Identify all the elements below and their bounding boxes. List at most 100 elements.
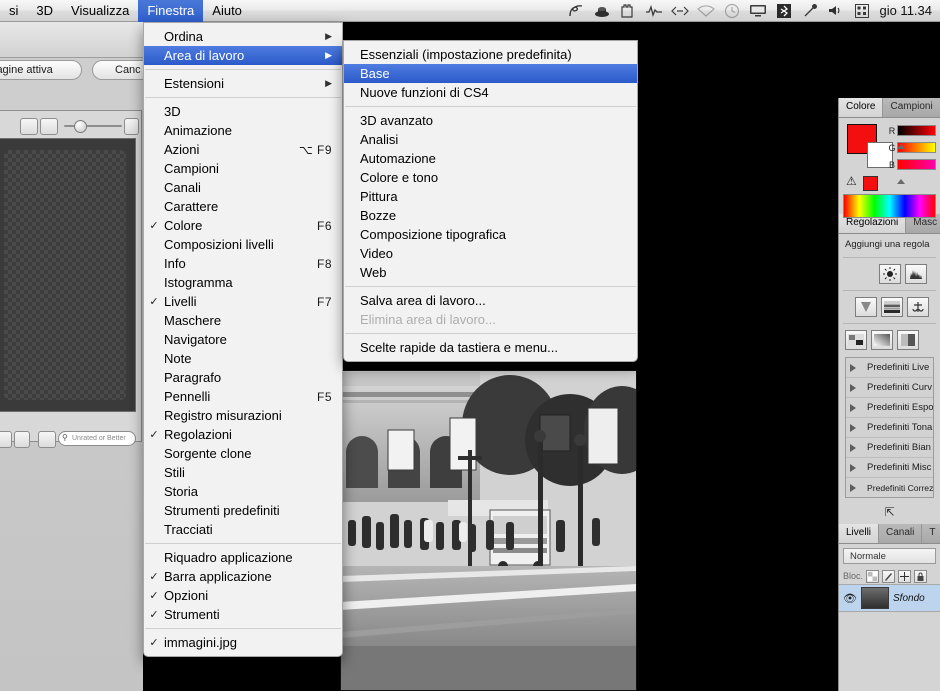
channel-ramp-b[interactable]: [897, 159, 936, 170]
brightness-contrast-icon[interactable]: [879, 264, 901, 284]
menu-bar-item-si[interactable]: si: [0, 0, 27, 22]
menu-item-immagini-jpg[interactable]: ✓ immagini.jpg: [144, 633, 342, 652]
menu-item-carattere[interactable]: Carattere: [144, 197, 342, 216]
time-machine-icon[interactable]: [719, 0, 745, 22]
ink-well-icon[interactable]: [589, 0, 615, 22]
preset-item[interactable]: Predefiniti Tona: [846, 418, 933, 438]
menu-item-stili[interactable]: Stili: [144, 463, 342, 482]
blend-mode-select[interactable]: Normale: [843, 548, 936, 564]
preset-item[interactable]: Predefiniti Correzi: [846, 478, 933, 497]
filter-button-1[interactable]: [0, 431, 12, 448]
menu-item-estensioni[interactable]: Estensioni ▶: [144, 74, 342, 93]
color-panel-tabs[interactable]: Colore Campioni: [839, 98, 940, 118]
thumbnail-size-slider[interactable]: [64, 125, 122, 127]
menu-item-nuove-funzioni-cs4[interactable]: Nuove funzioni di CS4: [344, 83, 637, 102]
active-image-button[interactable]: magine attiva: [0, 60, 82, 80]
menu-item-sorgente-clone[interactable]: Sorgente clone: [144, 444, 342, 463]
lock-position-icon[interactable]: [898, 569, 912, 583]
menu-bar-item-finestra[interactable]: Finestra: [138, 0, 204, 22]
filter-button-3[interactable]: [38, 431, 56, 448]
menu-bar-item-visualizza[interactable]: Visualizza: [62, 0, 138, 22]
document-image-immagini-jpg[interactable]: [340, 370, 637, 691]
layer-thumbnail[interactable]: [861, 587, 889, 609]
color-channel-r[interactable]: R: [887, 122, 936, 139]
levels-icon[interactable]: [905, 264, 927, 284]
menu-item-colore-e-tono[interactable]: Colore e tono: [344, 168, 637, 187]
lock-image-icon[interactable]: [882, 569, 896, 583]
submenu-area-di-lavoro[interactable]: Essenziali (impostazione predefinita) Ba…: [343, 40, 638, 362]
adjustment-presets-list[interactable]: Predefiniti Live Predefiniti Curv Predef…: [845, 357, 934, 498]
menu-item-video[interactable]: Video: [344, 244, 637, 263]
gradient-map-icon[interactable]: [871, 330, 893, 350]
menu-item-animazione[interactable]: Animazione: [144, 121, 342, 140]
menu-item-strumenti[interactable]: ✓ Strumenti: [144, 605, 342, 624]
activity-icon[interactable]: [641, 0, 667, 22]
preset-item[interactable]: Predefiniti Live: [846, 358, 933, 378]
code-brackets-icon[interactable]: [667, 0, 693, 22]
script-icon[interactable]: [563, 0, 589, 22]
gamut-warning-icon[interactable]: ⚠: [846, 174, 857, 188]
menu-item-ordina[interactable]: Ordina ▶: [144, 27, 342, 46]
bluetooth-icon[interactable]: [771, 0, 797, 22]
color-channel-g[interactable]: G: [887, 139, 936, 156]
eyedropper-icon[interactable]: [797, 0, 823, 22]
menu-bar[interactable]: si 3D Visualizza Finestra Aiuto gio 11.3…: [0, 0, 940, 22]
menu-item-campioni[interactable]: Campioni: [144, 159, 342, 178]
channel-slider-b-thumb[interactable]: [897, 179, 905, 184]
menu-item-salva-area-di-lavoro[interactable]: Salva area di lavoro...: [344, 291, 637, 310]
menu-item-composizione-tipografica[interactable]: Composizione tipografica: [344, 225, 637, 244]
menu-item-info[interactable]: Info F8: [144, 254, 342, 273]
castle-icon[interactable]: [615, 0, 641, 22]
preset-item[interactable]: Predefiniti Bian: [846, 438, 933, 458]
thumbnail-size-max-button[interactable]: [124, 118, 139, 135]
menu-item-automazione[interactable]: Automazione: [344, 149, 637, 168]
menu-item-bozze[interactable]: Bozze: [344, 206, 637, 225]
preset-item[interactable]: Predefiniti Curv: [846, 378, 933, 398]
menu-bar-item-aiuto[interactable]: Aiuto: [203, 0, 251, 22]
spotlight-grid-icon[interactable]: [849, 0, 875, 22]
menu-item-registro-misurazioni[interactable]: Registro misurazioni: [144, 406, 342, 425]
vibrance-icon[interactable]: [907, 297, 929, 317]
menu-item-strumenti-predefiniti[interactable]: Strumenti predefiniti: [144, 501, 342, 520]
tab-campioni[interactable]: Campioni: [883, 98, 940, 117]
preset-item[interactable]: Predefiniti Misc: [846, 458, 933, 478]
tab-colore[interactable]: Colore: [839, 98, 884, 117]
color-channel-b[interactable]: B: [887, 156, 936, 173]
menu-item-riquadro-applicazione[interactable]: Riquadro applicazione: [144, 548, 342, 567]
menu-item-analisi[interactable]: Analisi: [344, 130, 637, 149]
volume-icon[interactable]: [823, 0, 849, 22]
layer-row-sfondo[interactable]: 👁 Sfondo: [839, 584, 940, 612]
menu-item-composizioni-livelli[interactable]: Composizioni livelli: [144, 235, 342, 254]
eye-icon[interactable]: 👁: [843, 592, 857, 605]
filter-button-2[interactable]: [14, 431, 30, 448]
menu-finestra[interactable]: Ordina ▶ Area di lavoro ▶ Estensioni ▶ 3…: [143, 22, 343, 657]
gamut-warning-swatch[interactable]: [863, 176, 878, 191]
menu-item-pittura[interactable]: Pittura: [344, 187, 637, 206]
menu-item-paragrafo[interactable]: Paragrafo: [144, 368, 342, 387]
menu-item-area-di-lavoro[interactable]: Area di lavoro ▶: [144, 46, 342, 65]
menu-item-opzioni[interactable]: ✓ Opzioni: [144, 586, 342, 605]
tab-tracciati[interactable]: T: [922, 524, 940, 543]
menu-item-3d-avanzato[interactable]: 3D avanzato: [344, 111, 637, 130]
view-mode-button-1[interactable]: [20, 118, 38, 135]
menu-item-tracciati[interactable]: Tracciati: [144, 520, 342, 539]
menu-item-colore[interactable]: ✓ Colore F6: [144, 216, 342, 235]
menu-bar-item-3d[interactable]: 3D: [27, 0, 62, 22]
channel-ramp-r[interactable]: [897, 125, 936, 136]
tab-livelli[interactable]: Livelli: [839, 524, 880, 543]
lock-all-icon[interactable]: [914, 569, 928, 583]
return-arrow-icon[interactable]: ⇱: [884, 505, 894, 519]
view-mode-button-2[interactable]: [40, 118, 58, 135]
display-icon[interactable]: [745, 0, 771, 22]
menu-bar-clock[interactable]: gio 11.34: [875, 0, 940, 21]
menu-item-essenziali[interactable]: Essenziali (impostazione predefinita): [344, 45, 637, 64]
menu-item-barra-applicazione[interactable]: ✓ Barra applicazione: [144, 567, 342, 586]
menu-item-note[interactable]: Note: [144, 349, 342, 368]
channel-slider-g-thumb[interactable]: [897, 144, 905, 149]
wifi-icon[interactable]: [693, 0, 719, 22]
menu-item-navigatore[interactable]: Navigatore: [144, 330, 342, 349]
layers-panel-tabs[interactable]: Livelli Canali T: [839, 524, 940, 544]
menu-item-azioni[interactable]: Azioni ⌥ F9: [144, 140, 342, 159]
lock-transparency-icon[interactable]: [866, 569, 880, 583]
color-spectrum-bar[interactable]: [843, 194, 936, 218]
